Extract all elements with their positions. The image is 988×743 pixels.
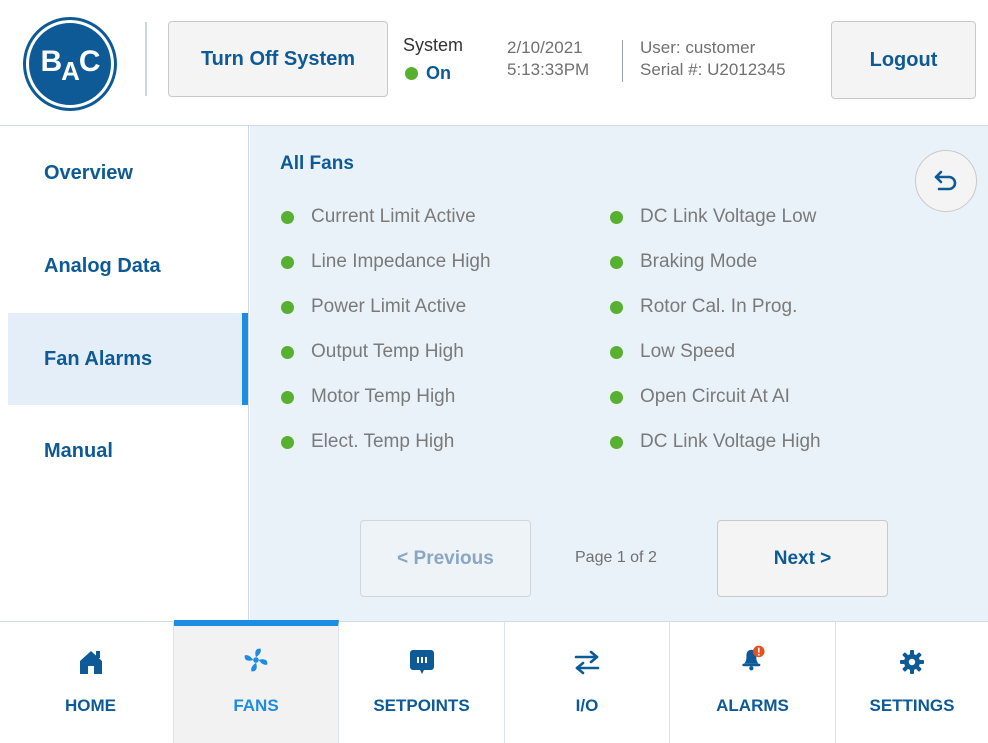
nav-settings-label: SETTINGS: [869, 696, 955, 715]
nav-io-label: I/O: [575, 696, 599, 715]
status-dot-icon: [610, 345, 623, 359]
alarm-label: Elect. Temp High: [311, 431, 455, 452]
alarm-item: Rotor Cal. In Prog.: [610, 296, 797, 318]
sidebar-item-analog-data[interactable]: Analog Data: [8, 220, 248, 312]
page-indicator: Page 1 of 2: [575, 549, 657, 566]
time-text: 5:13:33PM: [507, 60, 590, 79]
page-title: All Fans: [280, 153, 354, 174]
nav-home-label: HOME: [65, 696, 116, 715]
status-dot-icon: [281, 390, 294, 404]
user-info: User: customer Serial #: U2012345: [640, 37, 786, 81]
turn-off-system-button[interactable]: Turn Off System: [168, 21, 388, 97]
logo-text: BAC: [40, 45, 100, 86]
alarm-item: Line Impedance High: [281, 251, 491, 273]
system-status: On: [405, 63, 451, 84]
info-separator: [622, 40, 623, 82]
logout-button[interactable]: Logout: [831, 21, 976, 99]
nav-settings[interactable]: SETTINGS: [836, 622, 988, 743]
header-divider: [145, 22, 147, 96]
status-dot-icon: [610, 210, 623, 224]
alarm-item: Braking Mode: [610, 251, 757, 273]
nav-io[interactable]: I/O: [505, 622, 670, 743]
status-dot-icon: [281, 210, 294, 224]
registered-mark: ®: [107, 95, 113, 104]
nav-alarms-label: ALARMS: [716, 696, 789, 715]
alarm-label: Open Circuit At AI: [640, 386, 790, 407]
setpoints-icon: [408, 648, 436, 676]
alarm-item: Power Limit Active: [281, 296, 466, 318]
alarm-item: DC Link Voltage Low: [610, 206, 816, 228]
sidebar: Overview Analog Data Fan Alarms Manual: [0, 126, 249, 621]
status-dot-icon: [610, 435, 623, 449]
status-dot-icon: [610, 390, 623, 404]
fan-alarms-panel: All Fans Current Limit Active Line Imped…: [250, 126, 988, 621]
nav-home[interactable]: HOME: [8, 622, 174, 743]
bac-logo: BAC ®: [26, 20, 114, 108]
alarm-label: DC Link Voltage High: [640, 431, 821, 452]
alarm-item: Motor Temp High: [281, 386, 455, 408]
system-label: System: [403, 35, 464, 55]
header: BAC ® Turn Off System System On 2/10/202…: [0, 0, 988, 126]
sidebar-item-manual[interactable]: Manual: [8, 405, 248, 497]
nav-fans[interactable]: FANS: [174, 620, 339, 743]
back-button[interactable]: [915, 150, 977, 212]
alarm-label: Low Speed: [640, 341, 736, 362]
alarm-item: Current Limit Active: [281, 206, 476, 228]
alarm-item: Open Circuit At AI: [610, 386, 790, 408]
gear-icon: [898, 648, 926, 676]
alarm-label: Power Limit Active: [311, 296, 467, 317]
alarm-label: Output Temp High: [311, 341, 464, 362]
user-text: User: customer: [640, 38, 756, 57]
status-dot-icon: [610, 255, 623, 269]
io-arrows-icon: [573, 648, 601, 676]
alarm-item: Output Temp High: [281, 341, 464, 363]
home-icon: [77, 648, 105, 676]
alarm-label: Braking Mode: [640, 251, 758, 272]
bottom-nav: HOME FANS SETPOINTS I/O ALARMS SETTINGS: [0, 620, 988, 743]
status-dot-icon: [281, 300, 294, 314]
sidebar-item-overview[interactable]: Overview: [8, 127, 248, 219]
alarm-item: Low Speed: [610, 341, 735, 363]
next-button[interactable]: Next >: [717, 520, 888, 597]
datetime: 2/10/2021 5:13:33PM: [507, 37, 589, 81]
sidebar-item-fan-alarms[interactable]: Fan Alarms: [8, 313, 248, 405]
fan-icon: [242, 646, 270, 674]
alarm-label: Motor Temp High: [311, 386, 456, 407]
alarm-label: Current Limit Active: [311, 206, 476, 227]
nav-alarms[interactable]: ALARMS: [670, 622, 836, 743]
alarm-label: DC Link Voltage Low: [640, 206, 817, 227]
serial-text: Serial #: U2012345: [640, 60, 786, 79]
date-text: 2/10/2021: [507, 38, 583, 57]
status-dot-icon: [281, 345, 294, 359]
nav-setpoints[interactable]: SETPOINTS: [339, 622, 505, 743]
status-dot-icon: [610, 300, 623, 314]
status-dot-icon: [281, 255, 294, 269]
nav-fans-label: FANS: [233, 696, 279, 715]
back-arrow-icon: [934, 170, 957, 191]
status-dot-icon: [281, 435, 294, 449]
alarm-item: DC Link Voltage High: [610, 431, 821, 453]
nav-setpoints-label: SETPOINTS: [373, 696, 470, 715]
alarm-label: Rotor Cal. In Prog.: [640, 296, 798, 317]
status-dot-icon: [405, 67, 418, 80]
alarm-bell-icon: [739, 644, 767, 672]
previous-button[interactable]: < Previous: [360, 520, 531, 597]
system-status-text: On: [426, 63, 451, 83]
alarm-label: Line Impedance High: [311, 251, 491, 272]
alarm-item: Elect. Temp High: [281, 431, 454, 453]
